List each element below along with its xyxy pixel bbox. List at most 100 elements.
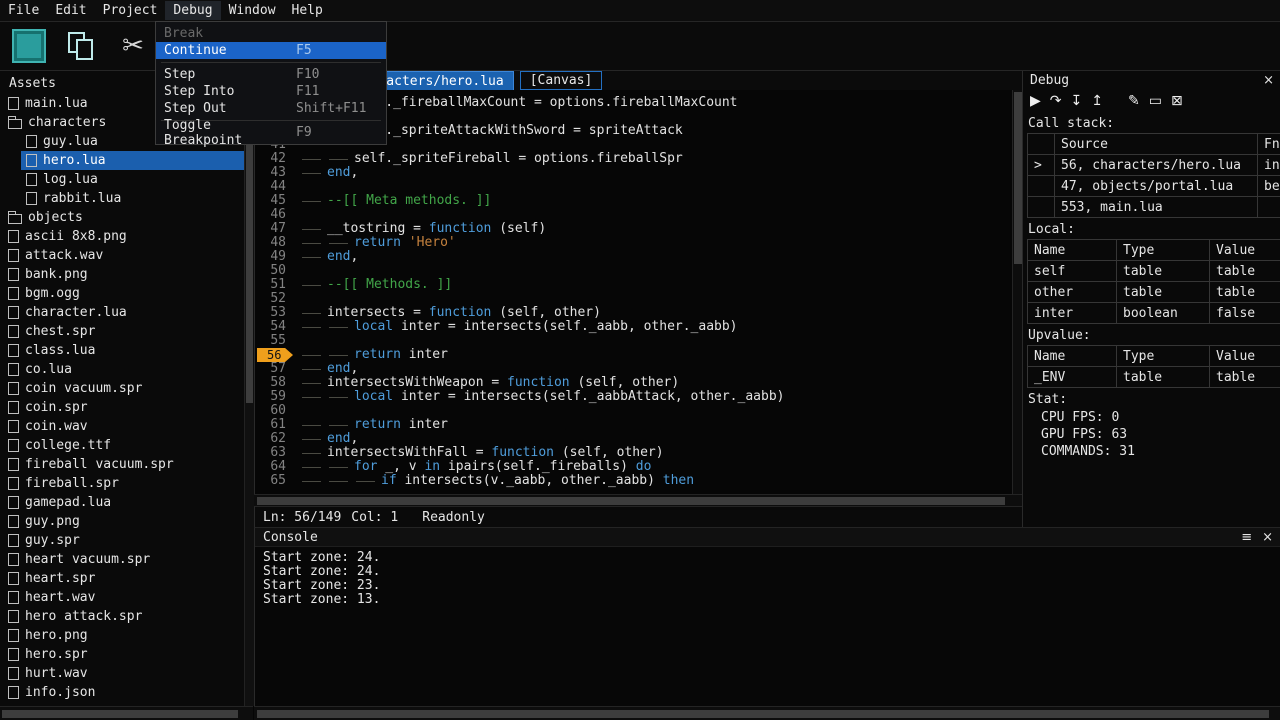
menu-item-step-into[interactable]: Step IntoF11 (156, 83, 386, 100)
code-line-63: 63intersectsWithFall = function (self, o… (255, 446, 1013, 460)
tree-item-fireball-vacuum-spr[interactable]: fireball vacuum.spr (0, 455, 244, 474)
square-icon[interactable] (12, 29, 46, 63)
tree-item-log-lua[interactable]: log.lua (0, 170, 244, 189)
scrollbar-thumb[interactable] (257, 710, 1269, 718)
indent-guide (354, 474, 381, 488)
menu-item-step[interactable]: StepF10 (156, 66, 386, 83)
tree-item-hero-attack-spr[interactable]: hero attack.spr (0, 607, 244, 626)
file-icon (8, 534, 19, 547)
file-icon (8, 420, 19, 433)
table-cell: inte (1258, 155, 1280, 176)
main-horizontal-scrollbar[interactable] (254, 706, 1280, 720)
code-line-59: 59local inter = intersects(self._aabbAtt… (255, 390, 1013, 404)
scrollbar-thumb[interactable] (2, 710, 238, 718)
tree-item-co-lua[interactable]: co.lua (0, 360, 244, 379)
table-row[interactable]: >56, characters/hero.luainte (1028, 155, 1280, 176)
menu-item-edit[interactable]: Edit (47, 1, 94, 20)
menu-item-debug[interactable]: Debug (165, 1, 220, 20)
tree-item-class-lua[interactable]: class.lua (0, 341, 244, 360)
tree-item-coin-vacuum-spr[interactable]: coin vacuum.spr (0, 379, 244, 398)
tree-item-coin-wav[interactable]: coin.wav (0, 417, 244, 436)
lines-icon[interactable]: ≡ (1241, 530, 1252, 545)
scrollbar-thumb[interactable] (1014, 92, 1022, 264)
tree-item-coin-spr[interactable]: coin.spr (0, 398, 244, 417)
tree-item-chest-spr[interactable]: chest.spr (0, 322, 244, 341)
file-icon (8, 458, 19, 471)
console-output: Start zone: 24.Start zone: 24.Start zone… (255, 547, 1280, 611)
play-icon[interactable]: ▶ (1030, 93, 1041, 109)
current-line-marker: 56 (257, 348, 293, 362)
file-icon (8, 477, 19, 490)
table-row[interactable]: selftabletable (1028, 261, 1280, 282)
menu-item-step-out[interactable]: Step OutShift+F11 (156, 100, 386, 117)
copy-icon[interactable] (64, 29, 98, 63)
tab-canvas[interactable]: [Canvas] (520, 71, 603, 90)
tree-item-heart-vacuum-spr[interactable]: heart vacuum.spr (0, 550, 244, 569)
tree-item-gamepad-lua[interactable]: gamepad.lua (0, 493, 244, 512)
tree-item-label: coin.spr (25, 400, 88, 415)
table-cell: > (1028, 155, 1055, 176)
menu-item-label: Break (164, 26, 296, 41)
debug-toolbar: ▶ ↷ ↧ ↥ ✎ ▭ ⊠ (1023, 89, 1280, 112)
step-over-icon[interactable]: ↷ (1050, 93, 1062, 109)
tree-item-college-ttf[interactable]: college.ttf (0, 436, 244, 455)
tree-item-hero-spr[interactable]: hero.spr (0, 645, 244, 664)
file-icon (8, 268, 19, 281)
tree-item-label: ascii 8x8.png (25, 229, 127, 244)
pencil-icon[interactable]: ✎ (1128, 93, 1140, 109)
menu-item-continue[interactable]: ContinueF5 (156, 42, 386, 59)
locals-table: NameTypeValueselftabletableothertabletab… (1023, 239, 1280, 324)
tree-item-ascii-8x8-png[interactable]: ascii 8x8.png (0, 227, 244, 246)
line-number: 48 (255, 236, 286, 250)
scrollbar-thumb[interactable] (257, 497, 1005, 505)
tree-item-info-json[interactable]: info.json (0, 683, 244, 702)
menu-item-help[interactable]: Help (284, 1, 331, 20)
table-cell: table (1210, 367, 1280, 388)
menu-bar: FileEditProjectDebugWindowHelp (0, 0, 1280, 22)
call-stack-label: Call stack: (1023, 112, 1280, 133)
menu-item-project[interactable]: Project (95, 1, 166, 20)
assets-horizontal-scrollbar[interactable] (0, 706, 253, 720)
folder-icon (8, 214, 22, 224)
tree-item-character-lua[interactable]: character.lua (0, 303, 244, 322)
menu-item-window[interactable]: Window (221, 1, 284, 20)
code-editor[interactable]: 38self._fireballMaxCount = options.fireb… (254, 90, 1013, 500)
table-row[interactable]: othertabletable (1028, 282, 1280, 303)
close-icon[interactable]: × (1262, 530, 1273, 545)
call-stack-table: SourceFn>56, characters/hero.luainte47, … (1023, 133, 1280, 218)
table-row[interactable]: 553, main.lua (1028, 197, 1280, 218)
tree-item-bgm-ogg[interactable]: bgm.ogg (0, 284, 244, 303)
tree-item-label: attack.wav (25, 248, 103, 263)
tree-item-attack-wav[interactable]: attack.wav (0, 246, 244, 265)
file-icon (8, 287, 19, 300)
step-into-icon[interactable]: ↧ (1071, 93, 1083, 109)
tree-item-heart-wav[interactable]: heart.wav (0, 588, 244, 607)
tree-item-guy-png[interactable]: guy.png (0, 512, 244, 531)
grid-x-icon[interactable]: ⊠ (1171, 93, 1183, 109)
table-row[interactable]: 47, objects/portal.luabeha (1028, 176, 1280, 197)
indent-guide (327, 320, 354, 334)
menu-item-toggle-breakpoint[interactable]: Toggle BreakpointF9 (156, 124, 386, 141)
tree-item-guy-spr[interactable]: guy.spr (0, 531, 244, 550)
step-out-icon[interactable]: ↥ (1091, 93, 1103, 109)
code-line-56: 56return inter (255, 348, 1013, 362)
tree-item-heart-spr[interactable]: heart.spr (0, 569, 244, 588)
menu-item-shortcut: F10 (296, 67, 319, 82)
tree-item-hero-lua[interactable]: hero.lua (0, 151, 244, 170)
tree-item-fireball-spr[interactable]: fireball.spr (0, 474, 244, 493)
assets-vertical-scrollbar[interactable] (244, 71, 254, 706)
menu-item-file[interactable]: File (0, 1, 47, 20)
cut-icon[interactable]: ✂ (116, 29, 150, 63)
tree-item-rabbit-lua[interactable]: rabbit.lua (0, 189, 244, 208)
tree-item-bank-png[interactable]: bank.png (0, 265, 244, 284)
table-row[interactable]: _ENVtabletable (1028, 367, 1280, 388)
close-icon[interactable]: × (1263, 73, 1274, 88)
indent-guide (327, 418, 354, 432)
menu-item-break[interactable]: Break (156, 25, 386, 42)
table-row[interactable]: interbooleanfalse (1028, 303, 1280, 324)
rect-icon[interactable]: ▭ (1149, 93, 1162, 109)
tree-item-objects[interactable]: objects (0, 208, 244, 227)
tree-item-hurt-wav[interactable]: hurt.wav (0, 664, 244, 683)
tree-item-hero-png[interactable]: hero.png (0, 626, 244, 645)
status-column-indicator: Col: 1 (351, 510, 398, 525)
